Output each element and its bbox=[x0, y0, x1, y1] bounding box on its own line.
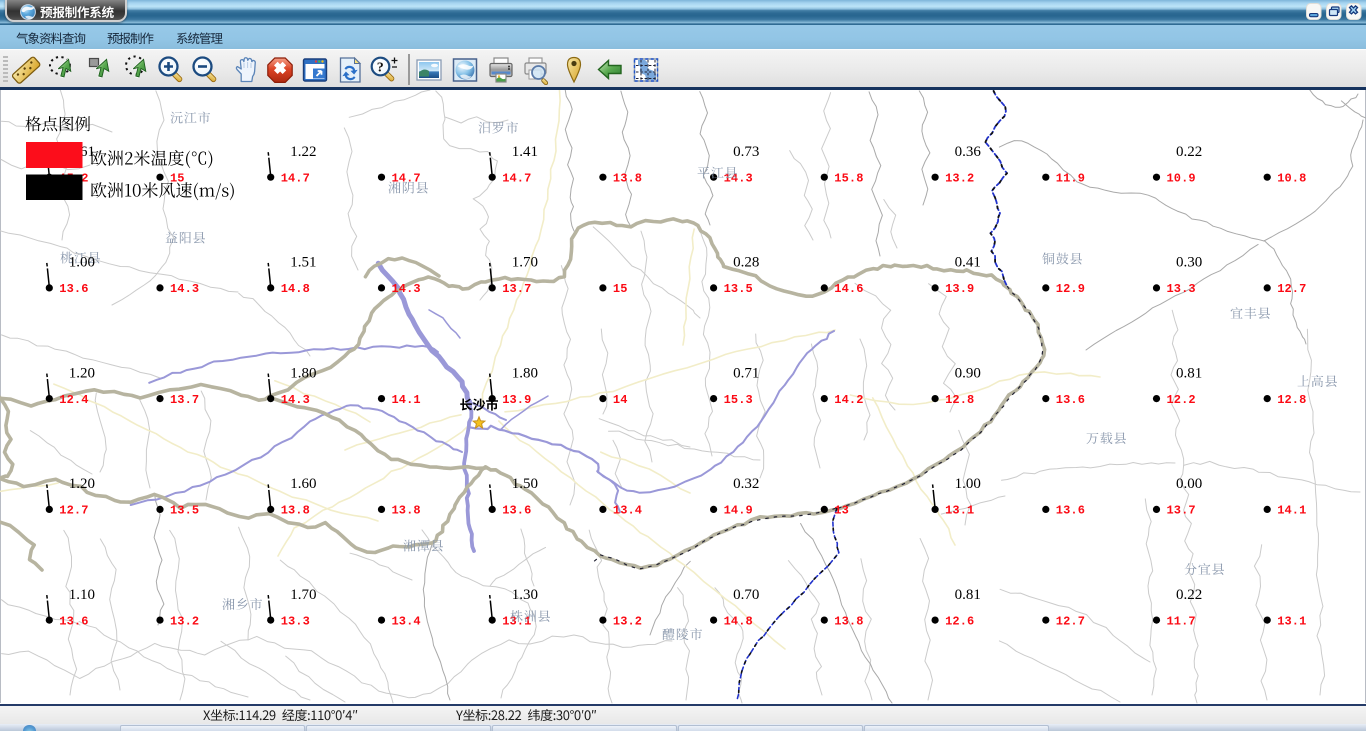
svg-text:13.3: 13.3 bbox=[281, 614, 310, 628]
svg-text:1.51: 1.51 bbox=[290, 255, 316, 271]
svg-text:11.9: 11.9 bbox=[1056, 172, 1085, 186]
svg-text:14.6: 14.6 bbox=[834, 282, 863, 296]
svg-text:13.1: 13.1 bbox=[945, 504, 974, 518]
svg-text:13.8: 13.8 bbox=[281, 504, 310, 518]
svg-text:1.30: 1.30 bbox=[512, 587, 538, 603]
svg-text:13.6: 13.6 bbox=[1056, 504, 1085, 518]
svg-text:1.41: 1.41 bbox=[512, 144, 538, 160]
svg-text:0.81: 0.81 bbox=[1176, 365, 1202, 381]
svg-text:0.00: 0.00 bbox=[1176, 476, 1202, 492]
svg-text:14: 14 bbox=[613, 393, 628, 407]
svg-text:0.30: 0.30 bbox=[1176, 255, 1202, 271]
svg-text:0.28: 0.28 bbox=[733, 255, 759, 271]
svg-text:12.8: 12.8 bbox=[945, 393, 974, 407]
svg-text:12.6: 12.6 bbox=[945, 614, 974, 628]
svg-text:13.7: 13.7 bbox=[170, 393, 199, 407]
svg-text:0.36: 0.36 bbox=[955, 144, 982, 160]
svg-text:13.4: 13.4 bbox=[613, 504, 642, 518]
svg-text:0.71: 0.71 bbox=[733, 365, 759, 381]
svg-text:1.20: 1.20 bbox=[69, 476, 95, 492]
svg-text:14.1: 14.1 bbox=[1277, 504, 1306, 518]
svg-text:0.70: 0.70 bbox=[733, 587, 759, 603]
svg-text:11.7: 11.7 bbox=[1167, 614, 1196, 628]
svg-text:13.6: 13.6 bbox=[1056, 393, 1085, 407]
svg-text:1.10: 1.10 bbox=[69, 587, 95, 603]
svg-text:13.4: 13.4 bbox=[392, 614, 421, 628]
svg-text:0.73: 0.73 bbox=[733, 144, 759, 160]
svg-text:0.41: 0.41 bbox=[955, 255, 981, 271]
svg-text:13.1: 13.1 bbox=[1277, 614, 1306, 628]
svg-text:12.2: 12.2 bbox=[1167, 393, 1196, 407]
svg-text:13.6: 13.6 bbox=[502, 504, 531, 518]
svg-text:0.90: 0.90 bbox=[955, 365, 981, 381]
svg-text:13.7: 13.7 bbox=[1167, 504, 1196, 518]
svg-text:12.7: 12.7 bbox=[1056, 614, 1085, 628]
svg-text:13.8: 13.8 bbox=[613, 172, 642, 186]
svg-text:10.9: 10.9 bbox=[1167, 172, 1196, 186]
svg-text:12.9: 12.9 bbox=[1056, 282, 1085, 296]
svg-text:10.8: 10.8 bbox=[1277, 172, 1306, 186]
svg-text:14.8: 14.8 bbox=[724, 614, 753, 628]
svg-text:1.70: 1.70 bbox=[290, 587, 316, 603]
svg-text:14.3: 14.3 bbox=[281, 393, 310, 407]
svg-text:13.2: 13.2 bbox=[170, 614, 199, 628]
svg-text:15.3: 15.3 bbox=[724, 393, 753, 407]
svg-text:14.3: 14.3 bbox=[170, 282, 199, 296]
svg-text:14.8: 14.8 bbox=[281, 282, 310, 296]
svg-text:15: 15 bbox=[613, 282, 628, 296]
svg-text:13.6: 13.6 bbox=[59, 282, 88, 296]
svg-text:13.3: 13.3 bbox=[1167, 282, 1196, 296]
svg-text:1.60: 1.60 bbox=[290, 476, 316, 492]
svg-text:14.3: 14.3 bbox=[392, 282, 421, 296]
svg-text:14.7: 14.7 bbox=[502, 172, 531, 186]
svg-text:13.9: 13.9 bbox=[945, 282, 974, 296]
svg-text:13.5: 13.5 bbox=[170, 504, 199, 518]
svg-text:13.7: 13.7 bbox=[502, 282, 531, 296]
svg-text:13.2: 13.2 bbox=[945, 172, 974, 186]
svg-text:13.5: 13.5 bbox=[724, 282, 753, 296]
svg-text:1.70: 1.70 bbox=[512, 255, 538, 271]
svg-text:14.2: 14.2 bbox=[834, 393, 863, 407]
svg-text:12.7: 12.7 bbox=[1277, 282, 1306, 296]
svg-text:0.22: 0.22 bbox=[1176, 587, 1202, 603]
svg-text:13: 13 bbox=[834, 504, 849, 518]
svg-text:15.8: 15.8 bbox=[834, 172, 863, 186]
svg-text:12.4: 12.4 bbox=[59, 393, 88, 407]
svg-text:1.80: 1.80 bbox=[512, 365, 538, 381]
svg-text:1.50: 1.50 bbox=[512, 476, 538, 492]
svg-text:12.8: 12.8 bbox=[1277, 393, 1306, 407]
svg-text:13.6: 13.6 bbox=[59, 614, 88, 628]
svg-text:1.20: 1.20 bbox=[69, 365, 95, 381]
svg-text:0.22: 0.22 bbox=[1176, 144, 1202, 160]
svg-text:0.32: 0.32 bbox=[733, 476, 759, 492]
svg-text:1.22: 1.22 bbox=[290, 144, 316, 160]
svg-text:14.1: 14.1 bbox=[392, 393, 421, 407]
svg-text:1.80: 1.80 bbox=[290, 365, 316, 381]
svg-text:1.00: 1.00 bbox=[69, 255, 95, 271]
svg-text:13.9: 13.9 bbox=[502, 393, 531, 407]
svg-text:?: ? bbox=[376, 61, 383, 76]
svg-text:0.81: 0.81 bbox=[955, 587, 981, 603]
svg-text:1.00: 1.00 bbox=[955, 476, 981, 492]
svg-text:14.9: 14.9 bbox=[724, 504, 753, 518]
svg-text:13.8: 13.8 bbox=[392, 504, 421, 518]
svg-text:13.2: 13.2 bbox=[613, 614, 642, 628]
svg-text:13.8: 13.8 bbox=[834, 614, 863, 628]
svg-text:12.7: 12.7 bbox=[59, 504, 88, 518]
svg-text:14.7: 14.7 bbox=[281, 172, 310, 186]
